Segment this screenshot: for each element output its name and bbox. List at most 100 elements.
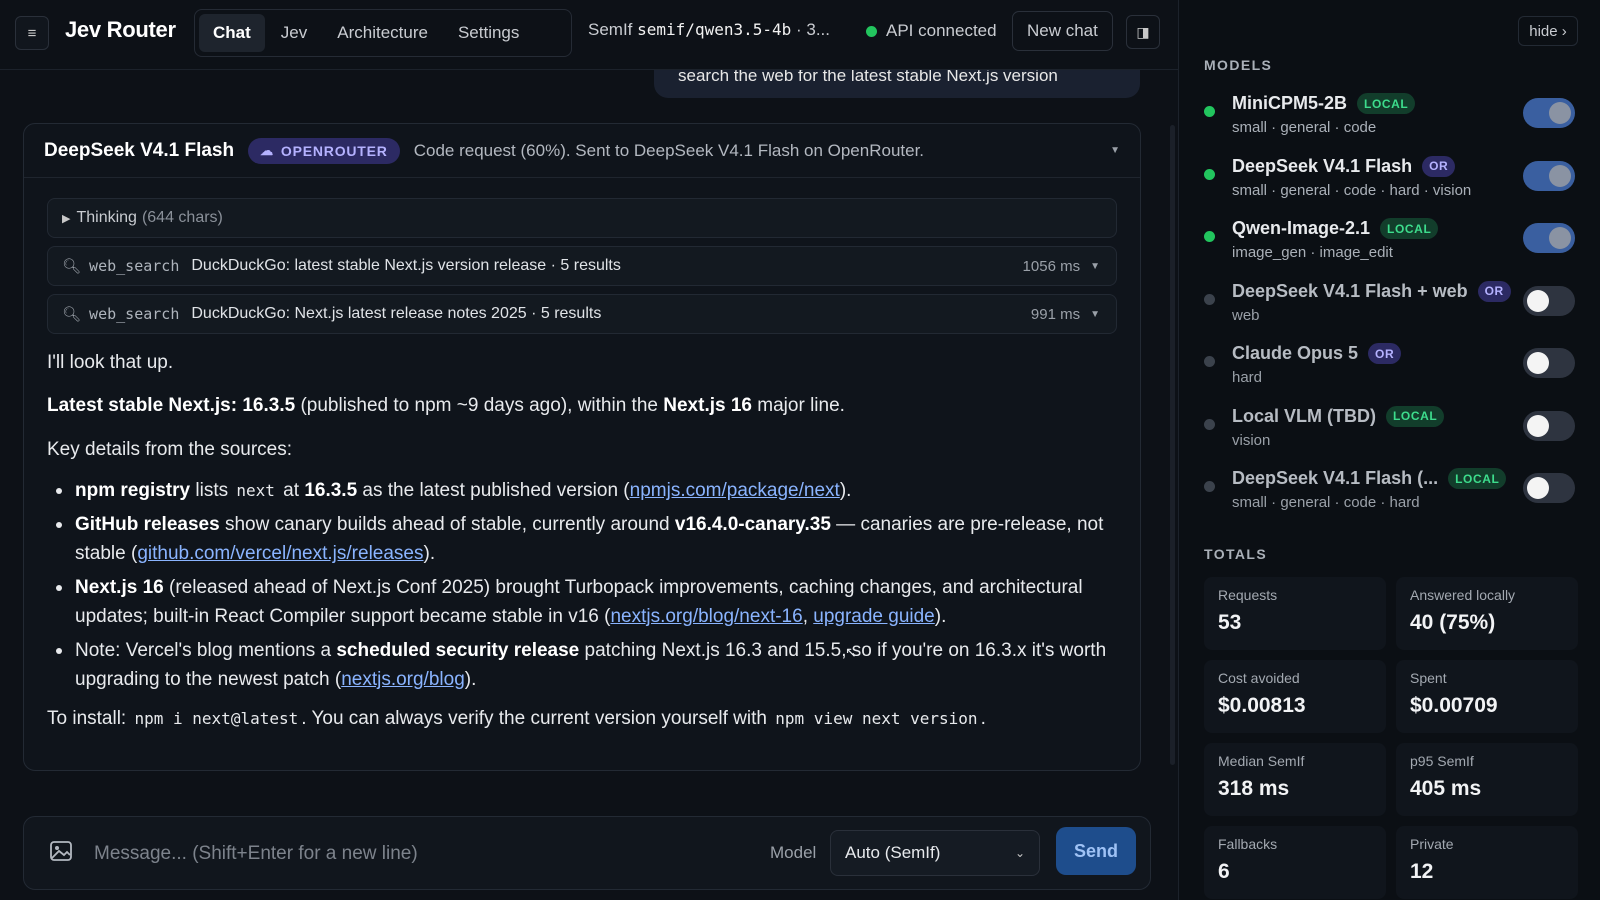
main-nav: Chat Jev Architecture Settings: [194, 9, 572, 57]
stat-card: Private 12: [1396, 826, 1578, 899]
answer-text: at: [277, 480, 305, 502]
model-name: Claude Opus 5: [1232, 343, 1359, 363]
menu-button[interactable]: ≡: [15, 16, 49, 50]
stat-label: Cost avoided: [1218, 670, 1300, 686]
list-item: Note: Vercel's blog mentions a scheduled…: [56, 636, 1117, 695]
model-list: MiniCPM5-2B LOCAL small · general · code…: [1204, 88, 1576, 526]
bullet-bold: Next.js 16: [75, 576, 164, 598]
model-select[interactable]: Auto (SemIf) ⌄: [830, 830, 1040, 876]
status-dot-icon: [1204, 293, 1215, 305]
stat-value: $0.00709: [1410, 694, 1498, 717]
install-instructions: To install: npm i next@latest. You can a…: [47, 704, 1117, 733]
source-link[interactable]: nextjs.org/blog: [341, 669, 465, 690]
routed-model-name: DeepSeek V4.1 Flash: [44, 139, 235, 161]
chevron-down-icon: ▼: [1090, 308, 1100, 320]
router-model-suffix: · 3...: [796, 20, 831, 39]
source-link[interactable]: upgrade guide: [813, 606, 935, 627]
assistant-message-card: DeepSeek V4.1 Flash ☁ OPENROUTER Code re…: [23, 123, 1141, 771]
api-status: API connected: [866, 21, 997, 41]
latest-version-bold: Latest stable Next.js: 16.3.5: [47, 395, 296, 417]
bullet-bold: npm registry: [75, 480, 191, 502]
source-link[interactable]: nextjs.org/blog/next-16: [610, 606, 802, 627]
tool-duration: 1056 ms: [1022, 257, 1081, 275]
bullet-bold: 16.3.5: [304, 480, 358, 502]
model-toggle[interactable]: [1523, 160, 1575, 191]
tool-call-row[interactable]: 🔍︎ web_search DuckDuckGo: latest stable …: [47, 246, 1117, 286]
answer-text: ).: [464, 668, 477, 690]
model-name: MiniCPM5-2B: [1232, 93, 1348, 113]
chevron-down-icon: ⌄: [1014, 846, 1025, 860]
thinking-count: (644 chars): [141, 209, 223, 226]
model-row: Local VLM (TBD) LOCAL vision: [1204, 401, 1576, 464]
send-button[interactable]: Send: [1056, 827, 1136, 875]
tool-name: web_search: [89, 257, 180, 275]
model-tags: small · general · code · hard · vision: [1232, 181, 1472, 199]
stat-label: Fallbacks: [1218, 836, 1278, 852]
stat-card: Median SemIf 318 ms: [1204, 743, 1386, 816]
answer-text: (published to npm ~9 days ago), within t…: [295, 395, 664, 417]
search-icon: 🔍︎: [62, 306, 82, 323]
router-model-info: SemIf semif/qwen3.5-4b · 3...: [588, 20, 830, 40]
answer-text: .: [980, 708, 986, 730]
model-toggle[interactable]: [1523, 98, 1575, 128]
tab-chat[interactable]: Chat: [199, 14, 265, 52]
model-toggle[interactable]: [1523, 410, 1575, 441]
model-toggle[interactable]: [1523, 223, 1575, 253]
source-link[interactable]: github.com/vercel/next.js/releases: [137, 543, 423, 564]
model-row: DeepSeek V4.1 Flash + web OR web: [1204, 276, 1576, 339]
hide-panel-button[interactable]: hide ›: [1518, 16, 1578, 46]
source-link[interactable]: npmjs.com/package/next: [630, 480, 840, 501]
model-tags: hard: [1232, 369, 1263, 386]
status-dot-icon: [1204, 481, 1215, 492]
tool-call-row[interactable]: 🔍︎ web_search DuckDuckGo: Next.js latest…: [47, 294, 1117, 334]
api-status-text: API connected: [886, 21, 997, 40]
models-heading: MODELS: [1204, 57, 1273, 73]
new-chat-button[interactable]: New chat: [1012, 11, 1113, 51]
side-panel-toggle-button[interactable]: ◨: [1126, 15, 1160, 49]
answer-text: major line.: [752, 395, 845, 417]
status-dot-icon: [1204, 356, 1215, 367]
stat-value: 405 ms: [1410, 777, 1482, 800]
stat-card: p95 SemIf 405 ms: [1396, 743, 1578, 816]
model-badge: LOCAL: [1380, 218, 1439, 239]
thinking-label: Thinking: [76, 209, 137, 226]
status-dot-icon: [1204, 418, 1215, 430]
assistant-answer: I'll look that up. Latest stable Next.js…: [47, 348, 1117, 734]
stat-label: Answered locally: [1410, 587, 1516, 603]
model-toggle[interactable]: [1523, 348, 1575, 378]
chat-scrollbar[interactable]: [1170, 125, 1175, 765]
status-dot-icon: [866, 25, 877, 37]
list-item: Next.js 16 (released ahead of Next.js Co…: [56, 573, 1117, 632]
provider-badge-label: OPENROUTER: [280, 142, 388, 159]
model-row: DeepSeek V4.1 Flash (... LOCAL small · g…: [1204, 463, 1576, 526]
message-composer: Model Auto (SemIf) ⌄ Send: [23, 816, 1151, 890]
tab-settings[interactable]: Settings: [444, 14, 533, 52]
tab-architecture[interactable]: Architecture: [323, 14, 442, 52]
answer-text: Note: Vercel's blog mentions a: [75, 639, 337, 661]
answer-intro: I'll look that up.: [47, 352, 174, 373]
hamburger-icon: ≡: [27, 24, 37, 42]
answer-latest: Latest stable Next.js: 16.3.5 (published…: [47, 391, 1117, 420]
model-toggle[interactable]: [1523, 473, 1575, 503]
stat-card: Cost avoided $0.00813: [1204, 660, 1386, 733]
answer-text: as the latest published version (: [357, 480, 630, 502]
stat-label: p95 SemIf: [1410, 753, 1474, 769]
list-item: GitHub releases show canary builds ahead…: [56, 510, 1117, 569]
stat-value: $0.00813: [1218, 694, 1306, 717]
tab-jev[interactable]: Jev: [267, 14, 321, 52]
answer-text: ).: [839, 480, 852, 502]
routing-header[interactable]: DeepSeek V4.1 Flash ☁ OPENROUTER Code re…: [24, 124, 1140, 178]
top-bar: ≡ Jev Router Chat Jev Architecture Setti…: [0, 0, 1178, 70]
model-tags: image_gen · image_edit: [1232, 244, 1393, 261]
tool-description: DuckDuckGo: latest stable Next.js versio…: [191, 257, 621, 274]
stat-label: Median SemIf: [1218, 753, 1305, 769]
image-attach-icon[interactable]: [50, 841, 72, 861]
model-badge: OR: [1368, 343, 1402, 364]
message-input[interactable]: [94, 835, 754, 873]
stat-value: 40 (75%): [1410, 611, 1496, 634]
mouse-cursor-icon: ↖: [845, 644, 857, 660]
chevron-down-icon[interactable]: ▼: [1110, 145, 1120, 156]
model-badge: LOCAL: [1386, 405, 1445, 427]
model-toggle[interactable]: [1523, 285, 1575, 316]
thinking-toggle[interactable]: ▶ Thinking (644 chars): [47, 198, 1117, 238]
